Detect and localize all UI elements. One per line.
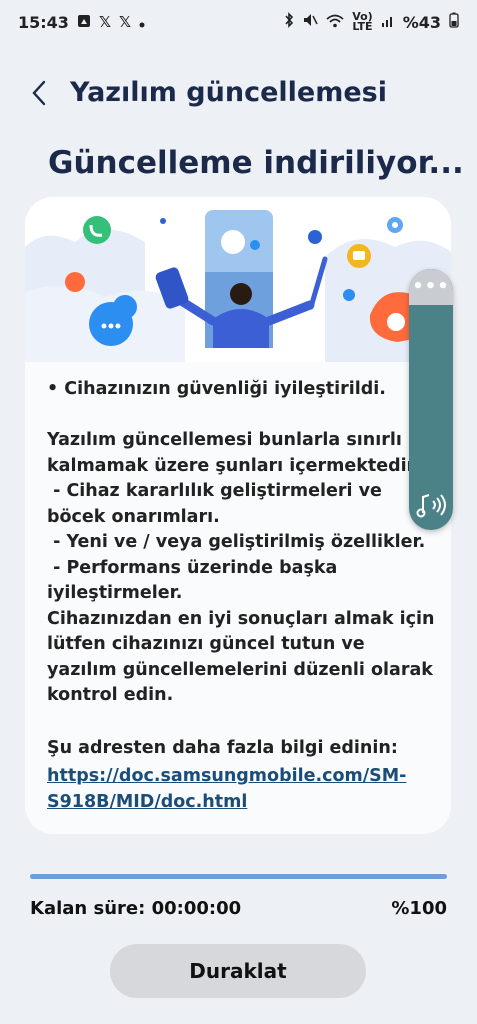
hero-illustration bbox=[25, 197, 451, 362]
floating-side-panel[interactable]: ••• bbox=[409, 269, 453, 530]
x-app-icon: 𝕏 bbox=[119, 13, 132, 31]
status-bar-right: Vo) LTE %43 bbox=[284, 11, 459, 33]
photo-icon bbox=[77, 13, 91, 32]
battery-icon bbox=[449, 12, 459, 32]
status-bar: 15:43 𝕏 𝕏 Vo) LTE %43 bbox=[0, 0, 477, 44]
dot-icon bbox=[139, 13, 145, 32]
release-notes-text: • Cihazınızın güvenliği iyileştirildi. Y… bbox=[47, 379, 435, 705]
download-status-heading: Güncelleme indiriliyor... bbox=[48, 145, 464, 181]
chevron-left-icon bbox=[31, 80, 47, 110]
pause-button[interactable]: Duraklat bbox=[110, 944, 366, 998]
download-progress-fill bbox=[30, 874, 447, 879]
network-label: Vo) LTE bbox=[352, 11, 373, 33]
remaining-time-label: Kalan süre: 00:00:00 bbox=[30, 898, 242, 919]
wifi-icon bbox=[326, 13, 344, 32]
progress-percent-label: %100 bbox=[391, 898, 447, 919]
back-button[interactable] bbox=[24, 78, 54, 112]
more-info-label: Şu adresten daha fazla bilgi edinin: bbox=[47, 738, 398, 758]
release-notes-link[interactable]: https://doc.samsungmobile.com/SM-S918B/M… bbox=[47, 764, 407, 815]
signal-icon bbox=[381, 13, 395, 32]
mute-icon bbox=[302, 12, 318, 32]
lte-label: LTE bbox=[352, 20, 373, 33]
battery-percent: %43 bbox=[402, 12, 441, 32]
page-title: Yazılım güncellemesi bbox=[70, 77, 387, 108]
update-info-card: • Cihazınızın güvenliği iyileştirildi. Y… bbox=[25, 197, 451, 834]
x-app-icon: 𝕏 bbox=[98, 13, 112, 31]
status-bar-left: 15:43 𝕏 𝕏 bbox=[18, 13, 145, 32]
panel-menu-button[interactable]: ••• bbox=[409, 269, 453, 305]
download-progress-bar bbox=[30, 874, 447, 879]
clock: 15:43 bbox=[18, 12, 69, 32]
sound-wave-icon[interactable] bbox=[415, 491, 449, 519]
bluetooth-icon bbox=[284, 12, 294, 32]
app-header: Yazılım güncellemesi bbox=[0, 70, 477, 120]
more-dots-icon: ••• bbox=[412, 276, 450, 297]
